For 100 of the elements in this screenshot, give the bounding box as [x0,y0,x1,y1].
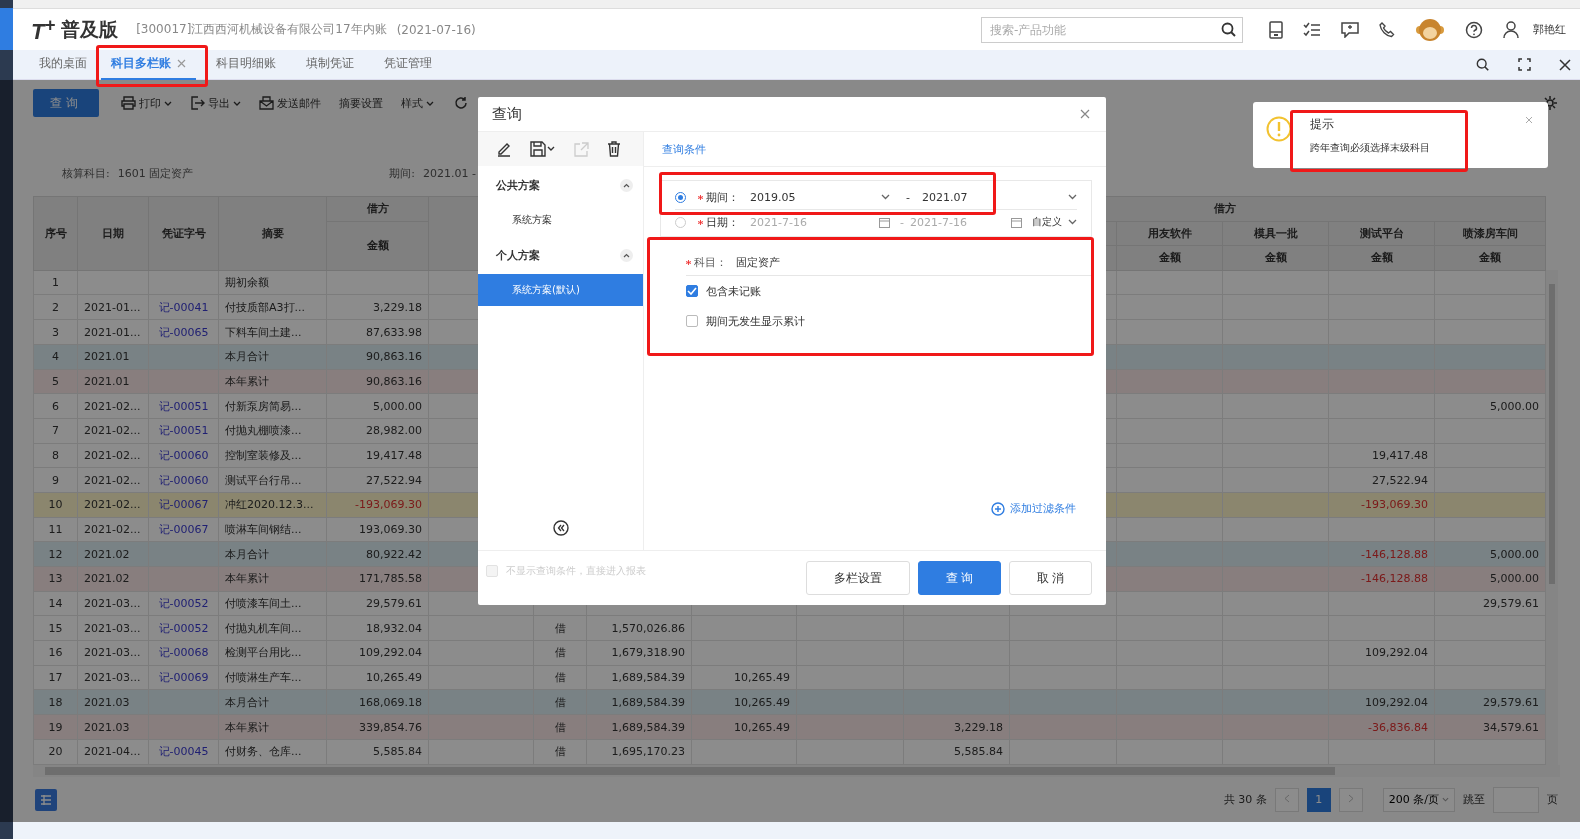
table-cell: 付喷漆车间土... [225,597,302,611]
tab[interactable]: 科目明细账 [206,49,286,80]
table-row[interactable]: 15 2021-03... 记-00052 付抛丸机车间... 18,932.04 借 1,570,026.86 [33,615,1546,641]
table-cell: 109,292.04 [1365,646,1428,660]
table-cell: 2021-01... [84,300,141,314]
table-cell: 冲红2020.12.3... [225,498,314,512]
column-header: 测试平台 [1328,221,1435,246]
toolbar-button[interactable]: 样式 [395,95,440,111]
section-tab[interactable]: 查询条件 [662,141,706,157]
table-cell: 检测平台用比... [225,646,302,660]
table-cell: 18,932.04 [366,621,422,635]
chevron-up-icon[interactable] [620,248,633,262]
table-cell: 80,922.42 [366,547,422,561]
search-icon[interactable] [1221,21,1237,38]
vertical-scrollbar[interactable] [1546,270,1558,765]
toolbar-button[interactable]: 打印 [115,95,178,111]
notice-message: 跨年查询必须选择末级科目 [1310,141,1431,155]
close-icon[interactable] [1559,58,1571,71]
tab[interactable]: 我的桌面 [35,49,91,80]
table-cell: 10 [48,498,63,512]
user-name[interactable]: 郭艳红 [1533,22,1566,37]
delete-icon[interactable] [607,141,621,157]
settings-icon[interactable] [1542,95,1558,111]
period-label: 期间: [389,165,415,181]
table-cell: 28,982.00 [366,424,422,438]
scheme-item[interactable]: 系统方案 [478,204,643,236]
search-field[interactable]: 搜索-产品功能 [981,16,1243,43]
tab[interactable]: 填制凭证 [296,49,364,80]
app-switcher[interactable] [0,8,13,50]
toolbar-button[interactable]: 摘要设置 [333,95,389,111]
table-cell: 测试平台行吊... [225,473,302,487]
table-cell: 10,265.49 [366,671,422,685]
calendar-icon [879,216,890,228]
table-cell: 14 [48,597,63,611]
add-filter-link[interactable]: 添加过滤条件 [991,501,1076,516]
table-cell: 期初余额 [225,276,269,290]
table-cell: -146,128.88 [1361,547,1428,561]
table-cell: 19,417.48 [366,448,422,462]
table-cell: 1,695,170.23 [611,745,685,759]
table-cell: 4 [52,350,59,364]
dialog-button[interactable]: 多栏设置 [806,561,910,595]
page-unit: 页 [1547,792,1558,808]
column-header: 金额 [1222,245,1329,271]
table-row[interactable]: 20 2021-04... 记-00045 付财务、仓库... 5,585.84 借 1,695,170.23 5,585.84 [33,739,1546,765]
column-header: 凭证字号 [148,196,219,271]
table-cell: 6 [52,399,59,413]
table-cell: 10,265.49 [734,671,790,685]
toolbar-button[interactable]: 发送邮件 [253,95,327,111]
calculator-icon[interactable] [1269,20,1283,39]
toolbar-button[interactable]: 导出 [184,95,247,111]
table-cell: 2021.02 [84,572,130,586]
table-cell: 5,000.00 [1490,547,1540,561]
table-cell: 2021-02... [84,448,141,462]
page-size-select[interactable]: 200 条/页 [1382,787,1455,812]
field-label: 日期： [706,214,740,230]
refresh-icon[interactable] [454,96,468,110]
table-cell: 2021-02... [84,424,141,438]
table-cell: 193,069.30 [359,523,422,536]
message-icon[interactable] [1341,21,1359,38]
checkbox[interactable] [686,285,698,297]
table-cell: 27,522.94 [366,473,422,487]
scheme-item[interactable]: 系统方案(默认) [478,274,643,306]
column-header: 借方 [326,196,429,222]
table-cell: 90,863.16 [366,374,422,388]
table-row[interactable]: 17 2021-03... 记-00069 付喷淋生产车... 10,265.49 借 1,689,584.39 10,265.49 [33,665,1546,690]
column-header: 金额 [326,221,429,271]
column-header: 模具一批 [1222,221,1329,246]
table-row[interactable]: 16 2021-03... 记-00068 检测平台用比... 109,292.04 借 1,679,318.90 109,292.04 [33,640,1546,666]
collapse-icon[interactable] [552,520,569,536]
table-row[interactable]: 18 2021.03 本月合计 168,069.18 借 1,689,584.39 10,265.49 109,292.04 29,579.61 [33,689,1546,715]
user-icon[interactable] [1503,20,1519,39]
checkbox[interactable] [686,315,698,327]
page-button[interactable]: 1 [1306,787,1331,812]
phone-icon[interactable] [1379,21,1395,38]
edit-icon[interactable] [496,141,512,157]
table-cell: 付抛丸棚喷漆... [225,424,302,438]
save-icon[interactable] [530,141,556,157]
table-cell: 1,689,584.39 [611,671,685,685]
tab[interactable]: 凭证管理 [374,49,442,80]
table-cell: 17 [48,671,63,685]
period-value: 2021.01 - [422,166,476,180]
period-start-select[interactable]: 2019.05 [750,190,894,204]
dialog-button[interactable]: 取 消 [1009,561,1092,595]
table-cell: 19 [48,720,63,734]
chevron-up-icon[interactable] [620,178,633,192]
column-settings-icon[interactable] [35,788,57,811]
column-header: 日期 [77,196,149,271]
search-icon[interactable] [1476,57,1490,72]
dialog-title: 查询 [492,104,522,124]
checklist-icon[interactable] [1303,21,1321,38]
table-cell: 13 [48,572,63,586]
table-cell: 29,579.61 [1483,597,1540,611]
query-button[interactable]: 查询 [33,89,99,117]
table-row[interactable]: 19 2021.03 本年累计 339,854.76 借 1,689,584.39 10,265.49 3,229.18 -36,836.84 34,579.61 [33,714,1546,740]
help-icon[interactable] [1465,20,1483,39]
fullscreen-icon[interactable] [1518,58,1531,71]
dialog-button[interactable]: 查 询 [918,561,1001,595]
table-cell: 34,579.61 [1483,720,1540,734]
printer-icon [121,96,136,110]
chevron-right-icon [1347,794,1354,804]
